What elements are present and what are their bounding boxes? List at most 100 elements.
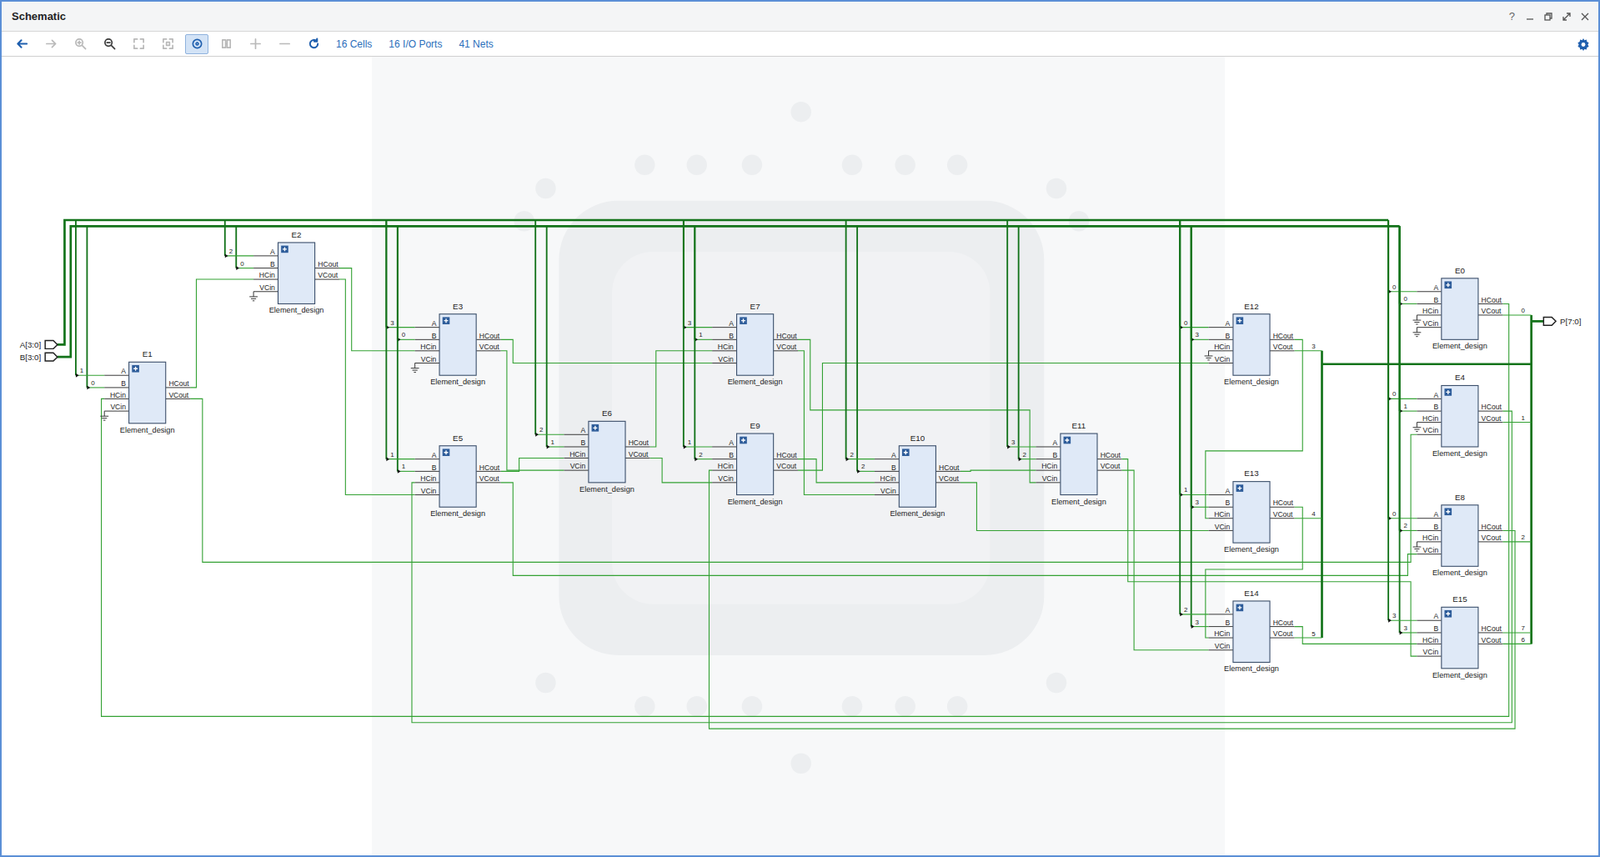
bit-label: 0 bbox=[1404, 295, 1409, 303]
cell-type: Element_design bbox=[120, 426, 176, 435]
expand-icon[interactable] bbox=[280, 245, 289, 254]
cell-name: E4 bbox=[1454, 372, 1466, 382]
cell[interactable]: ABHCinVCinHCoutVCoutE1Element_design bbox=[104, 349, 191, 435]
bus-b[interactable] bbox=[57, 225, 1400, 357]
ground-icon bbox=[100, 411, 109, 421]
cell[interactable]: ABHCinVCinHCoutVCoutE0Element_design bbox=[1416, 265, 1503, 352]
restore-icon[interactable] bbox=[1543, 11, 1554, 22]
net-wire[interactable] bbox=[797, 363, 1209, 472]
zoom-selection-icon bbox=[161, 37, 175, 51]
net-wire[interactable] bbox=[797, 459, 875, 483]
cell-type: Element_design bbox=[1223, 545, 1279, 554]
remove-icon bbox=[278, 37, 291, 51]
stat-link[interactable]: 41 Nets bbox=[458, 38, 493, 51]
cell[interactable]: ABHCinVCinHCoutVCoutE10Element_design bbox=[874, 433, 961, 519]
cell[interactable]: ABHCinVCinHCoutVCoutE14Element_design bbox=[1208, 588, 1295, 674]
close-icon[interactable] bbox=[1579, 11, 1590, 22]
expand-icon[interactable] bbox=[902, 448, 910, 457]
cell[interactable]: ABHCinVCinHCoutVCoutE6Element_design bbox=[564, 408, 651, 494]
net-wire[interactable] bbox=[1121, 470, 1209, 651]
cell-body[interactable] bbox=[1441, 606, 1479, 669]
cell-body[interactable] bbox=[1233, 481, 1270, 544]
cell-body[interactable] bbox=[129, 361, 166, 424]
cell-type: Element_design bbox=[430, 509, 486, 518]
help-button[interactable]: ? bbox=[1507, 10, 1517, 23]
cell[interactable]: ABHCinVCinHCoutVCoutE8Element_design bbox=[1416, 492, 1503, 578]
cell[interactable]: ABHCinVCinHCoutVCoutE7Element_design bbox=[712, 301, 798, 387]
cell-body[interactable] bbox=[1441, 505, 1479, 567]
net-wire[interactable] bbox=[649, 457, 713, 482]
net-wire[interactable] bbox=[501, 339, 713, 363]
bit-label: 3 bbox=[1011, 438, 1016, 447]
output-port[interactable]: P[7:0] bbox=[1543, 316, 1581, 327]
expand-icon[interactable] bbox=[1063, 436, 1072, 445]
toolbar-button[interactable] bbox=[301, 34, 326, 55]
net-wire[interactable] bbox=[501, 351, 565, 471]
expand-icon[interactable] bbox=[442, 448, 451, 457]
schematic-diagram[interactable]: 0010203001112131021222320313233301234576… bbox=[1, 56, 1599, 856]
expand-icon[interactable] bbox=[739, 316, 748, 325]
cell-body[interactable] bbox=[439, 446, 477, 508]
cell-body[interactable] bbox=[277, 242, 315, 305]
cell-body[interactable] bbox=[1441, 385, 1479, 447]
expand-icon[interactable] bbox=[1444, 507, 1453, 516]
cell[interactable]: ABHCinVCinHCoutVCoutE13Element_design bbox=[1208, 469, 1295, 555]
cell-body[interactable] bbox=[898, 446, 936, 508]
net-wire[interactable] bbox=[339, 268, 416, 352]
cell-body[interactable] bbox=[737, 433, 774, 496]
cell-body[interactable] bbox=[1441, 278, 1479, 341]
expand-icon[interactable] bbox=[131, 365, 140, 373]
cell-body[interactable] bbox=[1233, 314, 1270, 377]
cell-body[interactable] bbox=[737, 314, 774, 377]
toolbar-button[interactable] bbox=[185, 34, 209, 55]
net-wire[interactable] bbox=[501, 457, 565, 472]
cell-body[interactable] bbox=[1060, 433, 1098, 496]
net-wire[interactable] bbox=[649, 351, 713, 447]
expand-icon[interactable] bbox=[591, 424, 600, 432]
net-wire[interactable] bbox=[797, 351, 875, 496]
cell[interactable]: ABHCinVCinHCoutVCoutE15Element_design bbox=[1416, 594, 1503, 680]
expand-icon[interactable] bbox=[739, 436, 748, 445]
cell[interactable]: ABHCinVCinHCoutVCoutE2Element_design bbox=[253, 230, 340, 316]
cell[interactable]: ABHCinVCinHCoutVCoutE9Element_design bbox=[712, 421, 798, 507]
cell-body[interactable] bbox=[1233, 601, 1270, 663]
net-wire[interactable] bbox=[101, 303, 1510, 717]
schematic-canvas[interactable]: 0010203001112131021222320313233301234576… bbox=[1, 56, 1599, 856]
cell[interactable]: ABHCinVCinHCoutVCoutE4Element_design bbox=[1416, 372, 1503, 458]
input-port[interactable]: A[3:0] bbox=[20, 340, 58, 350]
expand-icon[interactable] bbox=[1236, 604, 1244, 612]
net-wire[interactable] bbox=[501, 482, 1418, 576]
toolbar-button[interactable] bbox=[10, 34, 34, 55]
net-wire[interactable] bbox=[708, 470, 1515, 729]
cell[interactable]: ABHCinVCinHCoutVCoutE12Element_design bbox=[1208, 301, 1295, 387]
cell[interactable]: ABHCinVCinHCoutVCoutE3Element_design bbox=[415, 301, 502, 387]
input-port[interactable]: B[3:0] bbox=[20, 352, 58, 362]
net-wire[interactable] bbox=[960, 470, 1037, 472]
cell-body[interactable] bbox=[588, 421, 626, 483]
expand-icon[interactable] bbox=[1444, 610, 1453, 618]
cell[interactable]: ABHCinVCinHCoutVCoutE5Element_design bbox=[415, 433, 502, 519]
maximize-icon[interactable] bbox=[1561, 11, 1572, 22]
expand-icon[interactable] bbox=[1236, 316, 1244, 325]
net-wire[interactable] bbox=[190, 398, 1417, 562]
settings-gear-icon[interactable] bbox=[1576, 37, 1590, 51]
expand-icon[interactable] bbox=[442, 316, 451, 325]
net-wire[interactable] bbox=[411, 411, 1512, 723]
cell-body[interactable] bbox=[439, 314, 477, 377]
stat-link[interactable]: 16 Cells bbox=[336, 38, 372, 51]
bus-rip: 23 bbox=[1179, 220, 1209, 629]
net-wire[interactable] bbox=[339, 279, 416, 495]
net-wire[interactable] bbox=[190, 279, 254, 388]
cell[interactable]: ABHCinVCinHCoutVCoutE11Element_design bbox=[1035, 421, 1122, 507]
expand-icon[interactable] bbox=[1444, 388, 1453, 397]
minimize-icon[interactable] bbox=[1524, 11, 1535, 22]
bus-a[interactable] bbox=[57, 220, 1389, 345]
expand-icon[interactable] bbox=[1444, 281, 1453, 290]
pin-label: VCin bbox=[880, 486, 897, 496]
bit-label: 1 bbox=[390, 451, 395, 459]
expand-icon[interactable] bbox=[1236, 484, 1244, 492]
toolbar-button[interactable] bbox=[97, 34, 121, 55]
net-wire[interactable] bbox=[1294, 626, 1417, 645]
pin-label: VCin bbox=[1423, 426, 1440, 435]
stat-link[interactable]: 16 I/O Ports bbox=[388, 38, 442, 51]
